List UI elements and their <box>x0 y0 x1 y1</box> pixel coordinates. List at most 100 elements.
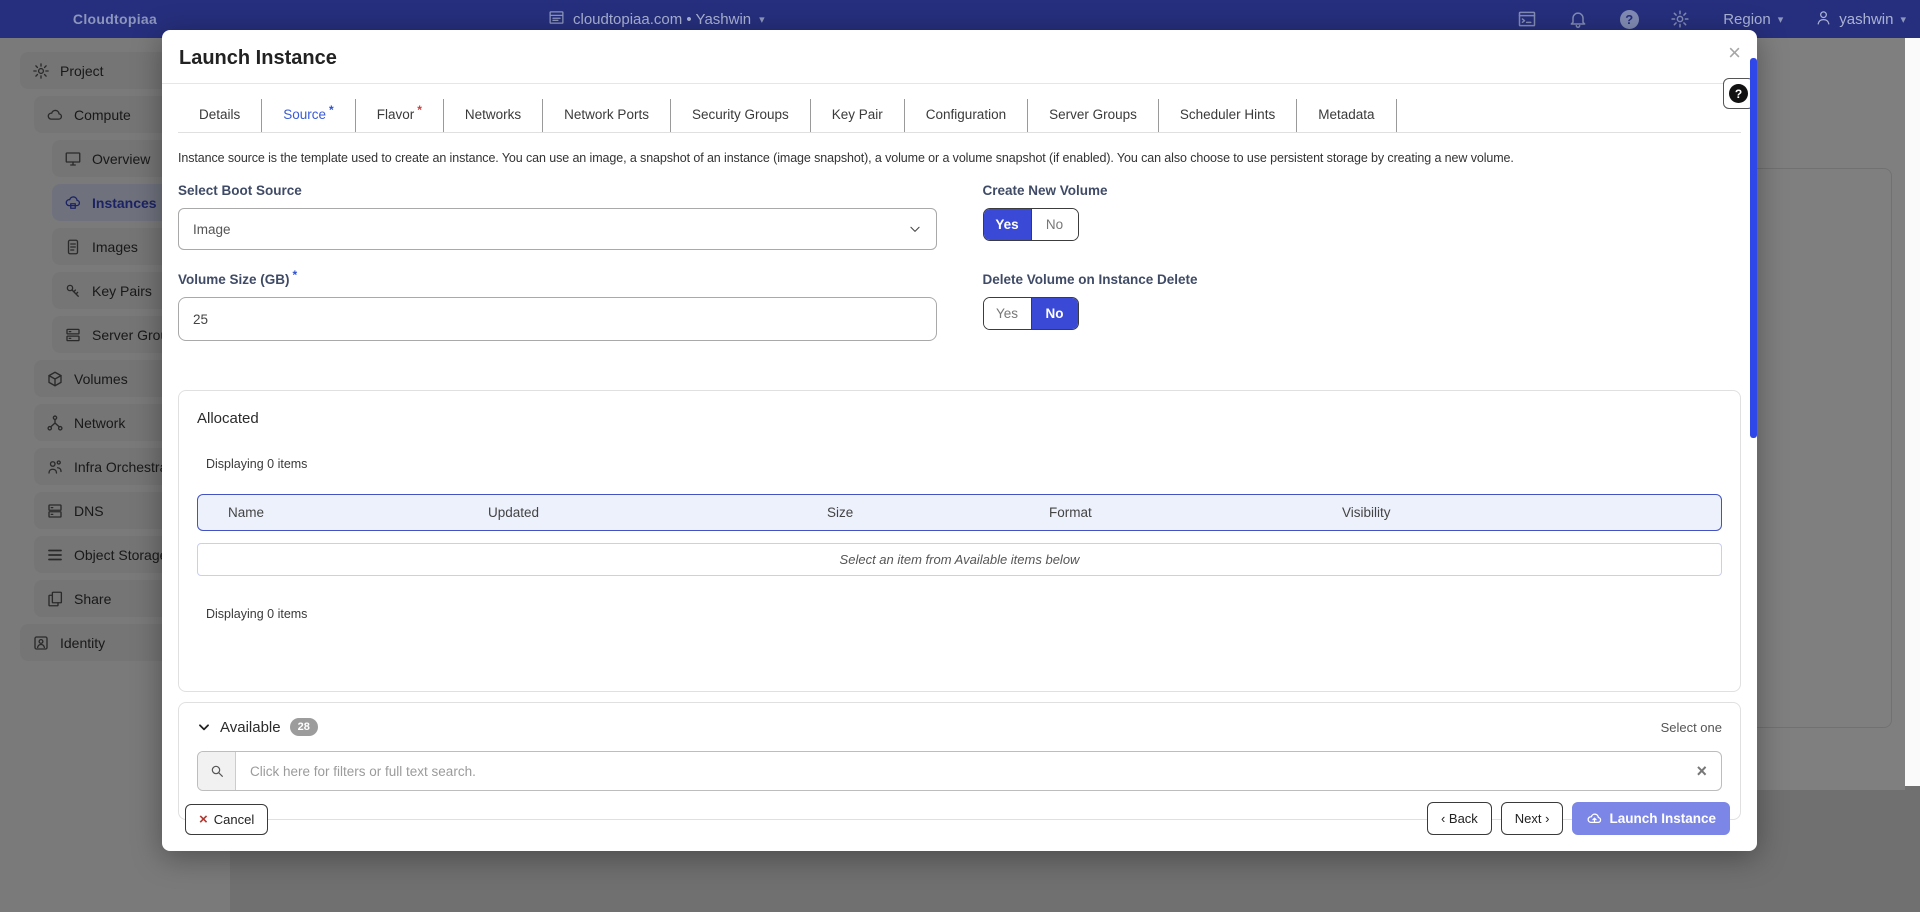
launch-instance-button[interactable]: Launch Instance <box>1572 802 1730 835</box>
available-title: Available <box>220 718 281 736</box>
cancel-label: Cancel <box>213 812 255 827</box>
boot-source-label: Select Boot Source <box>178 183 302 198</box>
required-marker: * <box>417 103 422 117</box>
modal-scrollbar[interactable] <box>1750 58 1757 438</box>
terminal-icon[interactable] <box>1516 8 1538 30</box>
tab-source[interactable]: Source * <box>262 99 356 132</box>
tab-label: Security Groups <box>691 107 789 122</box>
tab-flavor[interactable]: Flavor * <box>356 99 444 132</box>
bell-icon[interactable] <box>1567 8 1589 30</box>
region-label: Region <box>1723 10 1771 28</box>
tab-label: Server Groups <box>1049 107 1137 122</box>
tab-security-groups[interactable]: Security Groups <box>671 99 811 132</box>
delete-volume-no-button[interactable]: No <box>1030 298 1078 329</box>
allocated-panel: Allocated Displaying 0 items Name Update… <box>178 390 1741 692</box>
volume-size-field: Volume Size (GB) * <box>178 268 937 341</box>
tab-label: Key Pair <box>831 107 883 122</box>
allocated-table-header: Name Updated Size Format Visibility <box>197 494 1722 531</box>
gear-icon[interactable] <box>1669 8 1691 30</box>
tab-label: Details <box>199 107 241 122</box>
allocated-empty-text: Select an item from Available items belo… <box>839 552 1080 567</box>
cloud-upload-icon <box>1587 813 1602 824</box>
column-header-updated: Updated <box>488 505 540 520</box>
tab-label: Metadata <box>1318 107 1375 122</box>
allocated-title: Allocated <box>197 410 259 427</box>
wizard-tabs: Details Source * Flavor * Networks Network… <box>178 99 1741 133</box>
create-volume-yes-button[interactable]: Yes <box>983 209 1031 240</box>
organization-icon <box>548 9 565 30</box>
tab-label: Configuration <box>925 107 1007 122</box>
required-marker: * <box>292 268 298 282</box>
source-description: Instance source is the template used to … <box>178 151 1514 165</box>
column-header-visibility: Visibility <box>1342 505 1391 520</box>
help-circle-icon[interactable]: ? <box>1618 8 1640 30</box>
boot-source-field: Select Boot Source Image <box>178 183 937 250</box>
launch-label: Launch Instance <box>1609 811 1716 826</box>
next-button[interactable]: Next › <box>1500 802 1564 835</box>
volume-size-input[interactable] <box>178 297 937 341</box>
available-count-badge: 28 <box>289 718 318 736</box>
brand[interactable]: Cloudtopiaa <box>0 11 230 27</box>
delete-volume-label: Delete Volume on Instance Delete <box>982 272 1198 287</box>
user-name: yashwin <box>1839 10 1894 28</box>
project-context-menu[interactable]: cloudtopiaa.com • Yashwin ▾ <box>548 9 765 30</box>
boot-source-select[interactable]: Image <box>178 208 937 250</box>
create-volume-toggle: Yes No <box>982 208 1079 241</box>
chevron-down-icon <box>909 226 920 232</box>
volume-size-label-text: Volume Size (GB) <box>178 272 290 287</box>
available-search: × <box>197 751 1722 791</box>
chevron-down-icon: ▾ <box>759 13 765 26</box>
page-scrollbar[interactable] <box>1905 38 1920 786</box>
volume-size-label: Volume Size (GB) * <box>178 268 937 287</box>
close-icon[interactable]: × <box>1728 42 1741 64</box>
logo-text: Cloudtopiaa <box>72 11 158 27</box>
tab-metadata[interactable]: Metadata <box>1297 99 1397 132</box>
tab-details[interactable]: Details <box>178 99 263 132</box>
user-menu[interactable]: yashwin ▾ <box>1815 9 1906 30</box>
tab-label: Flavor <box>376 107 415 122</box>
tab-label: Source <box>283 107 327 122</box>
source-form: Select Boot Source Image Create New Volu… <box>178 183 1741 363</box>
cancel-x-icon: × <box>199 811 208 828</box>
footer-right-buttons: ‹ Back Next › Launch Instance <box>1426 802 1730 835</box>
delete-volume-toggle: Yes No <box>982 297 1079 330</box>
tab-label: Network Ports <box>564 107 649 122</box>
context-label: cloudtopiaa.com • Yashwin <box>573 10 752 28</box>
clear-search-icon[interactable]: × <box>1682 752 1721 790</box>
column-header-name: Name <box>228 505 265 520</box>
tab-configuration[interactable]: Configuration <box>905 99 1029 132</box>
create-volume-no-button[interactable]: No <box>1030 209 1078 240</box>
region-menu[interactable]: Region ▾ <box>1723 11 1783 28</box>
tab-scheduler-hints[interactable]: Scheduler Hints <box>1159 99 1298 132</box>
tab-networks[interactable]: Networks <box>444 99 544 132</box>
available-header: Available 28 Select one <box>197 718 1722 736</box>
allocated-count: Displaying 0 items <box>206 457 308 471</box>
modal-footer: × Cancel ‹ Back Next › Launch Instance <box>162 791 1757 851</box>
screen: Cloudtopiaa cloudtopiaa.com • Yashwin ▾ … <box>0 0 1920 912</box>
divider <box>162 83 1757 84</box>
create-volume-label: Create New Volume <box>982 183 1108 198</box>
tab-network-ports[interactable]: Network Ports <box>543 99 671 132</box>
select-hint: Select one <box>1660 719 1722 735</box>
required-marker: * <box>329 103 334 117</box>
allocated-empty-row: Select an item from Available items belo… <box>197 543 1722 576</box>
tab-server-groups[interactable]: Server Groups <box>1028 99 1159 132</box>
delete-volume-field: Delete Volume on Instance Delete Yes No <box>982 272 1742 341</box>
search-input[interactable] <box>236 752 1683 790</box>
column-header-format: Format <box>1049 505 1092 520</box>
person-icon <box>1815 9 1832 30</box>
launch-instance-modal: Launch Instance × Details Source * Flavor… <box>162 30 1757 851</box>
boot-source-value: Image <box>193 221 231 237</box>
tab-label: Scheduler Hints <box>1179 107 1276 122</box>
delete-volume-yes-button[interactable]: Yes <box>983 298 1031 329</box>
chevron-down-icon[interactable] <box>197 720 220 734</box>
search-icon[interactable] <box>198 752 236 790</box>
help-icon: ? <box>1729 84 1748 103</box>
chevron-down-icon: ▾ <box>1900 13 1906 26</box>
modal-title: Launch Instance <box>179 47 337 69</box>
column-header-size: Size <box>827 505 854 520</box>
create-volume-field: Create New Volume Yes No <box>982 183 1742 250</box>
tab-key-pair[interactable]: Key Pair <box>811 99 905 132</box>
back-button[interactable]: ‹ Back <box>1426 802 1492 835</box>
cancel-button[interactable]: × Cancel <box>185 804 269 835</box>
